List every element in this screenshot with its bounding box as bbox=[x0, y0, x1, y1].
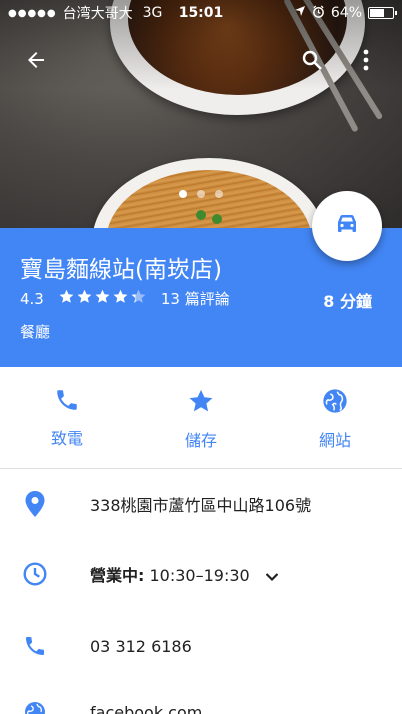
website-text: facebook.com bbox=[90, 702, 203, 714]
arrow-back-icon bbox=[24, 48, 48, 76]
location-arrow-icon bbox=[294, 5, 306, 21]
save-label: 儲存 bbox=[184, 431, 217, 450]
star-icon bbox=[187, 387, 215, 419]
star-icon bbox=[58, 288, 75, 309]
phone-row[interactable]: 03 312 6186 bbox=[0, 611, 402, 681]
status-bar: ●●●●● 台湾大哥大 3G 15:01 64% bbox=[0, 0, 402, 26]
location-pin-icon bbox=[22, 491, 48, 517]
place-name: 寶島麵線站(南崁店) bbox=[20, 257, 222, 283]
herb-garnish bbox=[212, 214, 222, 224]
rating-row[interactable]: 4.3 13 篇評論 bbox=[20, 288, 230, 309]
action-row: 致電 儲存 網站 bbox=[0, 367, 402, 469]
carrier-name: 台湾大哥大 bbox=[62, 6, 133, 22]
carousel-dot[interactable] bbox=[215, 190, 223, 198]
chevron-down-icon[interactable] bbox=[265, 567, 279, 586]
carousel-dot[interactable] bbox=[197, 190, 205, 198]
battery-percent: 64% bbox=[330, 5, 362, 21]
search-icon bbox=[300, 48, 324, 76]
search-button[interactable] bbox=[294, 44, 330, 80]
herb-garnish bbox=[196, 210, 206, 220]
phone-icon bbox=[22, 633, 48, 659]
network-type: 3G bbox=[142, 5, 163, 21]
website-label: 網站 bbox=[318, 431, 351, 450]
address-row[interactable]: 338桃園市蘆竹區中山路106號 bbox=[0, 469, 402, 539]
globe-icon bbox=[321, 387, 349, 419]
address-text: 338桃園市蘆竹區中山路106號 bbox=[90, 496, 312, 515]
call-label: 致電 bbox=[50, 429, 83, 448]
star-icon bbox=[130, 288, 147, 309]
open-status: 營業中: bbox=[90, 566, 145, 585]
rating-value: 4.3 bbox=[20, 289, 44, 308]
back-button[interactable] bbox=[18, 44, 54, 80]
review-count[interactable]: 13 篇評論 bbox=[161, 288, 230, 309]
hours-text: 營業中: 10:30–19:30 bbox=[90, 562, 279, 586]
website-button[interactable]: 網站 bbox=[268, 367, 402, 468]
more-options-button[interactable] bbox=[350, 44, 382, 80]
call-button[interactable]: 致電 bbox=[0, 367, 134, 468]
website-row[interactable]: facebook.com bbox=[0, 677, 402, 714]
clock-icon bbox=[22, 561, 48, 587]
star-icon bbox=[94, 288, 111, 309]
rating-stars bbox=[58, 288, 147, 309]
save-button[interactable]: 儲存 bbox=[134, 367, 268, 468]
alarm-icon bbox=[312, 4, 325, 22]
directions-button[interactable] bbox=[312, 191, 382, 261]
more-vert-icon bbox=[363, 49, 369, 75]
star-icon bbox=[76, 288, 93, 309]
drive-time: 8 分鐘 bbox=[323, 292, 372, 311]
carousel-dot[interactable] bbox=[179, 190, 187, 198]
phone-number: 03 312 6186 bbox=[90, 636, 192, 656]
star-icon bbox=[112, 288, 129, 309]
place-category: 餐廳 bbox=[20, 323, 51, 341]
battery-icon bbox=[368, 7, 397, 19]
car-icon bbox=[334, 213, 360, 239]
hours-row[interactable]: 營業中: 10:30–19:30 bbox=[0, 539, 402, 609]
opening-hours: 10:30–19:30 bbox=[149, 566, 250, 585]
globe-icon bbox=[22, 699, 48, 714]
signal-strength: ●●●●● bbox=[8, 7, 57, 19]
phone-icon bbox=[54, 387, 80, 417]
